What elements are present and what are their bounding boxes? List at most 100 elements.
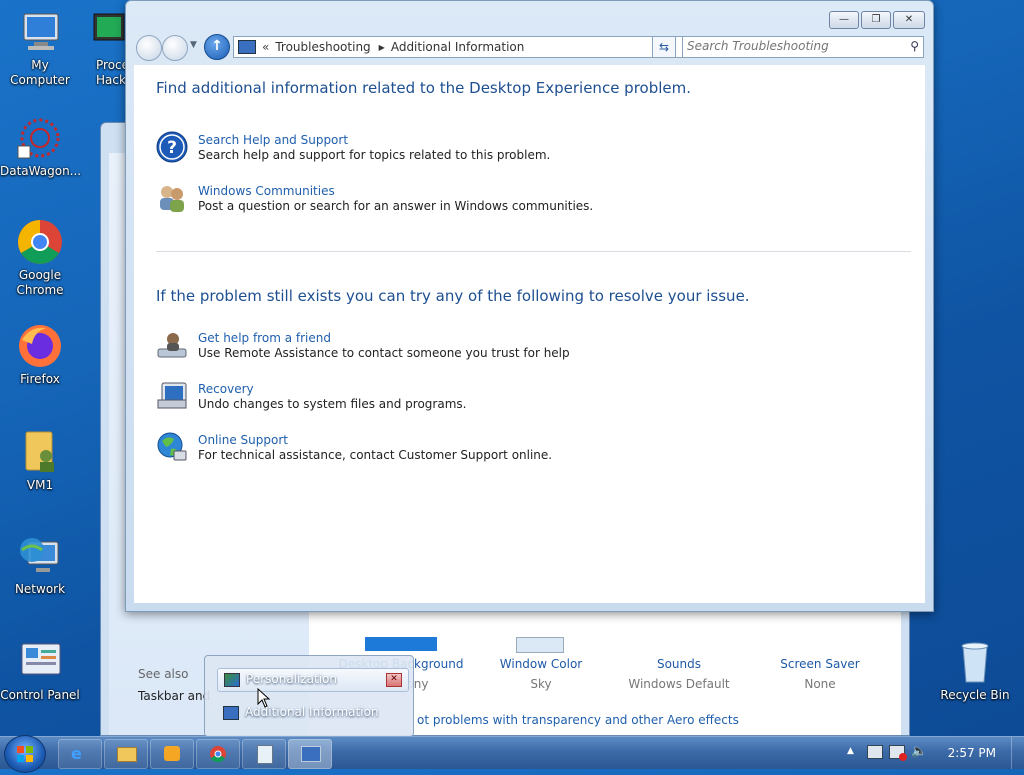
back-button[interactable] [136,35,162,61]
recycle-bin-icon [951,638,999,686]
remote-assistance-icon [156,329,188,361]
desktop-icon-label: Firefox [20,372,60,386]
task-title[interactable]: Search Help and Support [198,133,348,147]
computer-icon [16,8,64,56]
desktop-icon-label: Recycle Bin [940,688,1010,702]
task-description: For technical assistance, contact Custom… [198,448,553,462]
task-description: Search help and support for topics relat… [198,148,551,162]
notepad-icon [257,745,273,764]
item-title: Window Color [499,657,583,671]
start-button[interactable] [4,735,46,773]
task-title[interactable]: Online Support [198,433,288,447]
desktop-icon-control-panel[interactable]: Control Panel [0,638,80,703]
close-button[interactable]: ✕ [893,11,925,29]
desktop-icon-vm1[interactable]: VM1 [0,428,80,493]
item-subtitle: Windows Default [628,677,730,691]
close-icon[interactable]: ✕ [386,673,402,687]
taskbar-media-player[interactable] [150,739,194,769]
desktop-icon-google-chrome[interactable]: Google Chrome [0,218,80,298]
task-description: Undo changes to system files and program… [198,397,467,411]
taskbar-control-panel[interactable] [288,739,332,769]
taskbar-internet-explorer[interactable]: e [58,739,102,769]
control-panel-icon [16,638,64,686]
breadcrumb-chevron[interactable]: « [262,40,269,54]
recent-pages-dropdown-icon[interactable]: ▼ [190,40,197,50]
item-title: Screen Saver [780,657,860,671]
search-icon[interactable]: ⚲ [910,39,919,53]
aero-troubleshoot-link[interactable]: ot problems with transparency and other … [417,713,739,727]
desktop-icon-firefox[interactable]: Firefox [0,322,80,387]
item-title: Sounds [656,657,702,671]
desktop-icon-process-hacker[interactable]: Proce Hacke [86,8,126,88]
action-center-icon[interactable] [867,745,883,759]
mouse-cursor-icon [257,688,271,708]
task-title[interactable]: Windows Communities [198,184,335,198]
datawagon-icon [16,114,64,162]
breadcrumb-troubleshooting[interactable]: Troubleshooting [275,40,370,54]
main-content: Find additional information related to t… [134,65,925,603]
network-status-icon[interactable] [889,745,907,761]
control-panel-small-icon [223,706,239,720]
search-input[interactable] [683,37,897,55]
troubleshooting-window: — ❐ ✕ ▼ ↑ « Troubleshooting ▶ Additional… [125,0,934,612]
window-color-item[interactable]: Window Color Sky [471,657,611,691]
desktop-icon-label: VM1 [26,478,54,492]
desktop-icon-datawagon[interactable]: DataWagon... [0,114,82,179]
recovery-icon [156,380,188,412]
volume-icon[interactable]: 🔈 [911,744,927,759]
forward-button[interactable] [162,35,188,61]
clock[interactable]: 2:57 PM [948,746,996,760]
media-player-icon [164,746,180,761]
sounds-item[interactable]: Sounds Windows Default [609,657,749,691]
popup-item-additional-information[interactable]: Additional Information [217,702,407,724]
breadcrumb-additional-information[interactable]: Additional Information [391,40,525,54]
task-description: Post a question or search for an answer … [198,199,594,213]
popup-item-label: Personalization [246,672,337,686]
screen-saver-item[interactable]: Screen Saver None [750,657,890,691]
chrome-icon [16,218,64,266]
taskbar: e ▲ 🔈 2:57 PM [0,735,1024,773]
help-icon: ? [156,131,188,163]
control-panel-icon [301,746,321,762]
taskbar-link[interactable]: Taskbar and [138,689,210,703]
task-description: Use Remote Assistance to contact someone… [198,346,570,360]
search-box[interactable]: ⚲ [682,36,924,58]
people-icon [156,182,188,214]
refresh-button[interactable]: ⇆ [652,36,676,58]
process-hacker-icon [92,8,126,56]
folder-user-icon [16,428,64,476]
taskbar-chrome[interactable] [196,739,240,769]
item-subtitle: None [804,677,836,691]
window-color-thumbnail[interactable] [516,637,564,653]
desktop-icon-network[interactable]: Network [0,532,80,597]
heading-still-exists: If the problem still exists you can try … [156,287,750,305]
network-icon [16,532,64,580]
section-divider [156,251,911,252]
desktop-icon-label: Network [14,582,66,596]
window-controls: — ❐ ✕ [829,11,925,29]
desktop-background-thumbnail[interactable] [365,637,437,651]
maximize-button[interactable]: ❐ [861,11,891,29]
system-tray: ▲ 🔈 2:57 PM [839,737,1024,769]
show-desktop-button[interactable] [1011,737,1024,769]
task-title[interactable]: Recovery [198,382,254,396]
desktop-icon-label: DataWagon... [0,164,82,178]
desktop-icon-label: Proce Hacke [96,58,126,87]
taskbar-explorer[interactable] [104,739,148,769]
taskbar-notepad[interactable] [242,739,286,769]
up-button[interactable]: ↑ [204,34,230,60]
chrome-icon [210,746,226,763]
task-title[interactable]: Get help from a friend [198,331,331,345]
desktop-icon-label: Control Panel [0,688,80,702]
show-hidden-icons-icon[interactable]: ▲ [847,746,854,756]
desktop-icon-recycle-bin[interactable]: Recycle Bin [935,638,1015,703]
breadcrumb-arrow-icon[interactable]: ▶ [379,43,385,52]
desktop-icon-my-computer[interactable]: My Computer [0,8,80,88]
popup-item-personalization[interactable]: Personalization ✕ [217,668,409,692]
heading-additional-info: Find additional information related to t… [156,79,692,97]
minimize-button[interactable]: — [829,11,859,29]
desktop-icon-label: My Computer [10,58,70,87]
personalization-icon [224,673,240,687]
control-panel-small-icon [238,40,256,54]
internet-explorer-icon: e [71,744,82,763]
